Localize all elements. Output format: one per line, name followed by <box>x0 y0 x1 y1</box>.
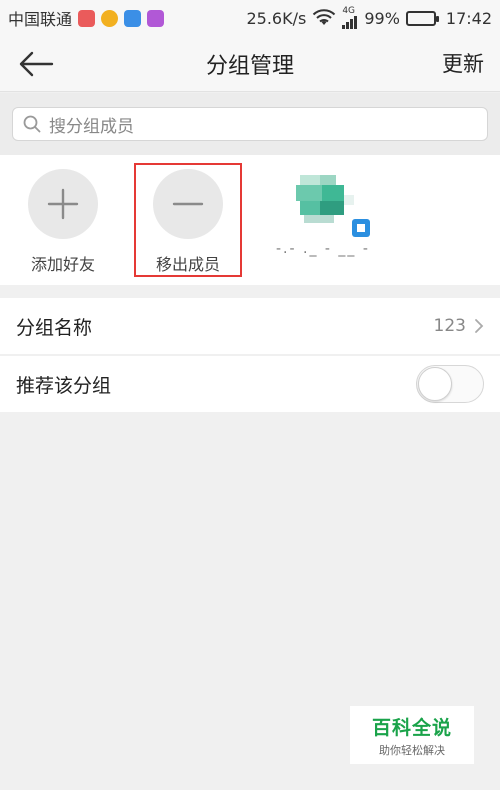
plus-icon <box>47 188 79 220</box>
signal-icon <box>342 16 358 29</box>
watermark-logo: 百科全说 助你轻松解决 <box>350 706 474 764</box>
search-section: 搜分组成员 <box>0 93 500 155</box>
watermark-subtitle: 助你轻松解决 <box>379 743 445 757</box>
add-friend-button[interactable]: 添加好友 <box>8 169 118 275</box>
network-speed: 25.6K/s <box>246 8 307 28</box>
group-name-value: 123 <box>433 316 466 336</box>
search-icon <box>23 115 41 133</box>
notification-app-icon-3 <box>124 9 142 27</box>
battery-icon <box>405 10 439 26</box>
clock: 17:42 <box>445 8 492 28</box>
status-bar: 中国联通 25.6K/s 4G 99% 17:42 <box>0 0 500 36</box>
add-circle <box>28 169 98 239</box>
nav-bar: 分组管理 更新 <box>0 36 500 92</box>
member-name: -.- ._ - __ - <box>276 241 370 257</box>
search-input[interactable]: 搜分组成员 <box>12 107 488 141</box>
member-avatar[interactable]: -.- ._ - __ - <box>276 171 376 267</box>
notification-app-icon-2 <box>101 9 119 27</box>
page-title: 分组管理 <box>205 54 294 79</box>
recommend-group-row: 推荐该分组 <box>0 356 500 412</box>
add-friend-label: 添加好友 <box>30 255 95 274</box>
network-type: 4G <box>342 6 356 16</box>
battery-percent: 99% <box>364 8 400 28</box>
highlight-box <box>134 163 242 277</box>
group-name-row[interactable]: 分组名称 123 <box>0 298 500 354</box>
recommend-group-label: 推荐该分组 <box>16 374 112 397</box>
signal-indicator: 4G <box>342 7 358 29</box>
recommend-toggle[interactable] <box>416 365 484 403</box>
members-section: 添加好友 移出成员 <box>0 155 500 285</box>
search-placeholder: 搜分组成员 <box>49 116 134 137</box>
toggle-knob <box>418 367 452 401</box>
wifi-icon <box>313 9 336 25</box>
carrier-label: 中国联通 <box>8 10 73 29</box>
notification-app-icon-1 <box>78 9 96 27</box>
update-button[interactable]: 更新 <box>442 48 484 78</box>
notification-app-icon-4 <box>147 9 165 27</box>
watermark-title: 百科全说 <box>371 716 452 739</box>
group-name-label: 分组名称 <box>16 316 93 339</box>
chevron-right-icon <box>475 319 484 333</box>
